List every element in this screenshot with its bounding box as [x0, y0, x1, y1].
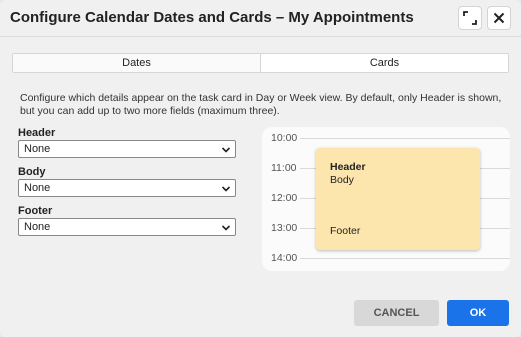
description-text: Configure which details appear on the ta…	[20, 92, 502, 117]
card-preview: 10:00 11:00 12:00 13:00 14:00 Header Bod…	[262, 127, 510, 271]
close-icon	[493, 12, 505, 24]
tab-dates[interactable]: Dates	[13, 54, 261, 72]
header-select[interactable]: None	[18, 140, 236, 158]
time-label: 10:00	[271, 132, 298, 144]
footer-label: Footer	[18, 205, 53, 217]
preview-card: Header Body Footer	[316, 148, 480, 250]
title-divider	[0, 36, 521, 37]
body-label: Body	[18, 166, 46, 178]
card-footer-text: Footer	[330, 225, 361, 237]
tab-cards[interactable]: Cards	[261, 54, 508, 72]
time-label: 14:00	[271, 252, 298, 264]
configure-dialog: Configure Calendar Dates and Cards – My …	[0, 0, 521, 337]
hour-line	[300, 138, 510, 139]
body-select[interactable]: None	[18, 179, 236, 197]
header-label: Header	[18, 127, 56, 139]
time-label: 12:00	[271, 192, 298, 204]
close-button[interactable]	[487, 6, 511, 30]
tab-bar: Dates Cards	[12, 53, 509, 73]
chevron-down-icon	[221, 145, 231, 158]
body-select-value: None	[24, 182, 51, 194]
footer-select[interactable]: None	[18, 218, 236, 236]
hour-line	[300, 258, 510, 259]
ok-button[interactable]: OK	[447, 300, 509, 326]
card-header-text: Header	[330, 161, 366, 173]
card-body-text: Body	[330, 174, 354, 186]
header-select-value: None	[24, 143, 51, 155]
dialog-title: Configure Calendar Dates and Cards – My …	[10, 9, 414, 26]
chevron-down-icon	[221, 184, 231, 197]
cancel-button[interactable]: CANCEL	[354, 300, 439, 326]
time-label: 11:00	[271, 162, 297, 174]
time-label: 13:00	[271, 222, 298, 234]
chevron-down-icon	[221, 223, 231, 236]
title-bar: Configure Calendar Dates and Cards – My …	[0, 0, 521, 36]
maximize-button[interactable]	[458, 6, 482, 30]
maximize-icon	[463, 11, 477, 25]
footer-select-value: None	[24, 221, 51, 233]
